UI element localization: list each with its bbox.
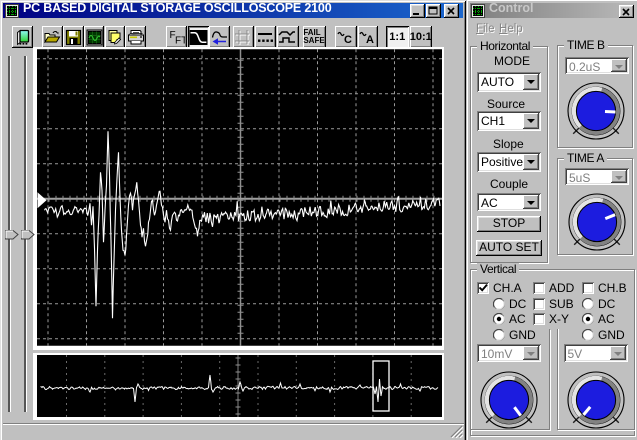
svg-text:A: A [366, 34, 374, 46]
svg-text:C: C [344, 34, 352, 46]
svg-text:FT: FT [175, 35, 185, 46]
